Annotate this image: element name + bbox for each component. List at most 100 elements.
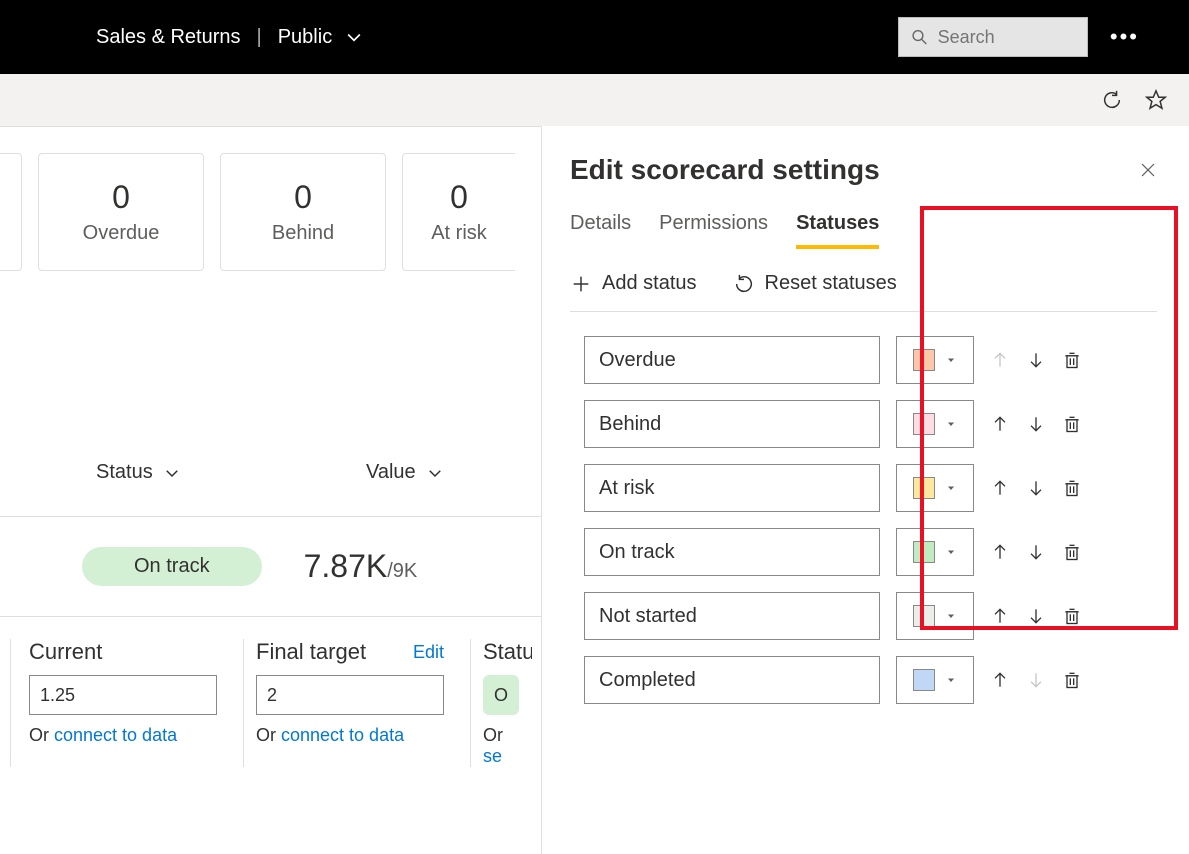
status-row: On track [584, 528, 1157, 576]
status-edit-title: Statu [483, 639, 532, 665]
refresh-icon[interactable] [1101, 89, 1123, 111]
stat-card-atrisk[interactable]: 0 At risk [402, 153, 515, 271]
stat-label: Overdue [83, 222, 160, 245]
stat-number: 0 [450, 179, 468, 216]
delete-icon[interactable] [1062, 414, 1082, 434]
current-input[interactable] [29, 675, 217, 715]
color-swatch [913, 605, 935, 627]
col-header-value[interactable]: Value [366, 461, 416, 484]
caret-down-icon [945, 482, 957, 494]
search-box[interactable] [898, 17, 1088, 57]
delete-icon[interactable] [1062, 478, 1082, 498]
brand-divider: | [257, 26, 262, 49]
delete-icon[interactable] [1062, 350, 1082, 370]
tab-details[interactable]: Details [570, 212, 631, 249]
status-color-picker[interactable] [896, 336, 974, 384]
reset-statuses-button[interactable]: Reset statuses [733, 272, 897, 295]
stat-card-overdue[interactable]: 0 Overdue [38, 153, 204, 271]
status-name-input[interactable]: Behind [584, 400, 880, 448]
panel-title: Edit scorecard settings [570, 154, 880, 186]
status-edit-or: Or se [483, 725, 520, 767]
chevron-down-icon[interactable] [163, 464, 181, 482]
tab-statuses[interactable]: Statuses [796, 212, 879, 249]
caret-down-icon [945, 546, 957, 558]
current-card: Current Or connect to data [10, 639, 229, 767]
delete-icon[interactable] [1062, 542, 1082, 562]
edit-link[interactable]: Edit [413, 642, 444, 663]
status-row: Completed [584, 656, 1157, 704]
connect-to-data-link[interactable]: connect to data [54, 725, 177, 745]
star-icon[interactable] [1145, 89, 1167, 111]
chevron-down-icon[interactable] [344, 27, 364, 47]
final-target-or: Or connect to data [256, 725, 444, 746]
move-up-icon[interactable] [990, 542, 1010, 562]
status-row: Overdue [584, 336, 1157, 384]
status-color-picker[interactable] [896, 464, 974, 512]
tab-permissions[interactable]: Permissions [659, 212, 768, 249]
move-up-icon[interactable] [990, 606, 1010, 626]
settings-tabs: Details Permissions Statuses [570, 212, 1157, 250]
status-name-input[interactable]: At risk [584, 464, 880, 512]
move-up-icon [990, 350, 1010, 370]
settings-panel: Edit scorecard settings Details Permissi… [541, 126, 1189, 854]
stat-label: At risk [431, 222, 487, 245]
move-down-icon[interactable] [1026, 350, 1046, 370]
move-up-icon[interactable] [990, 670, 1010, 690]
color-swatch [913, 541, 935, 563]
move-down-icon[interactable] [1026, 542, 1046, 562]
col-header-status[interactable]: Status [96, 461, 153, 484]
current-or: Or connect to data [29, 725, 217, 746]
status-color-picker[interactable] [896, 656, 974, 704]
move-up-icon[interactable] [990, 414, 1010, 434]
status-color-picker[interactable] [896, 400, 974, 448]
status-list: Overdue Behind At risk On track [570, 336, 1157, 704]
status-name-input[interactable]: Not started [584, 592, 880, 640]
caret-down-icon [945, 610, 957, 622]
status-color-picker[interactable] [896, 592, 974, 640]
move-down-icon [1026, 670, 1046, 690]
color-swatch [913, 413, 935, 435]
connect-to-data-link[interactable]: connect to data [281, 725, 404, 745]
caret-down-icon [945, 418, 957, 430]
status-name-input[interactable]: Overdue [584, 336, 880, 384]
add-status-button[interactable]: Add status [570, 272, 697, 295]
final-target-input[interactable] [256, 675, 444, 715]
caret-down-icon [945, 354, 957, 366]
color-swatch [913, 349, 935, 371]
status-row: Behind [584, 400, 1157, 448]
move-down-icon[interactable] [1026, 606, 1046, 626]
stat-card-behind[interactable]: 0 Behind [220, 153, 386, 271]
search-input[interactable] [938, 27, 1075, 48]
scorecard-canvas: 0 Overdue 0 Behind 0 At risk Status Valu… [0, 126, 541, 854]
color-swatch [913, 477, 935, 499]
reset-icon [733, 273, 755, 295]
plus-icon [570, 273, 592, 295]
status-chip[interactable]: O [483, 675, 519, 715]
more-menu[interactable]: ••• [1110, 24, 1139, 50]
workspace-name: Sales & Returns [96, 26, 241, 49]
close-icon[interactable] [1139, 161, 1157, 179]
metric-value: 7.87K/9K [304, 548, 418, 585]
status-row: At risk [584, 464, 1157, 512]
search-icon [911, 27, 928, 47]
color-swatch [913, 669, 935, 691]
move-down-icon[interactable] [1026, 478, 1046, 498]
status-name-input[interactable]: On track [584, 528, 880, 576]
stat-card-partial [0, 153, 22, 271]
chevron-down-icon[interactable] [426, 464, 444, 482]
caret-down-icon [945, 674, 957, 686]
stat-number: 0 [294, 179, 312, 216]
status-color-picker[interactable] [896, 528, 974, 576]
delete-icon[interactable] [1062, 606, 1082, 626]
status-pill[interactable]: On track [82, 547, 262, 586]
delete-icon[interactable] [1062, 670, 1082, 690]
move-up-icon[interactable] [990, 478, 1010, 498]
stat-label: Behind [272, 222, 334, 245]
connect-to-data-link[interactable]: se [483, 746, 502, 766]
status-name-input[interactable]: Completed [584, 656, 880, 704]
move-down-icon[interactable] [1026, 414, 1046, 434]
workspace-visibility[interactable]: Public [278, 26, 332, 49]
current-title: Current [29, 639, 102, 665]
status-row: Not started [584, 592, 1157, 640]
final-target-card: Final target Edit Or connect to data [243, 639, 456, 767]
